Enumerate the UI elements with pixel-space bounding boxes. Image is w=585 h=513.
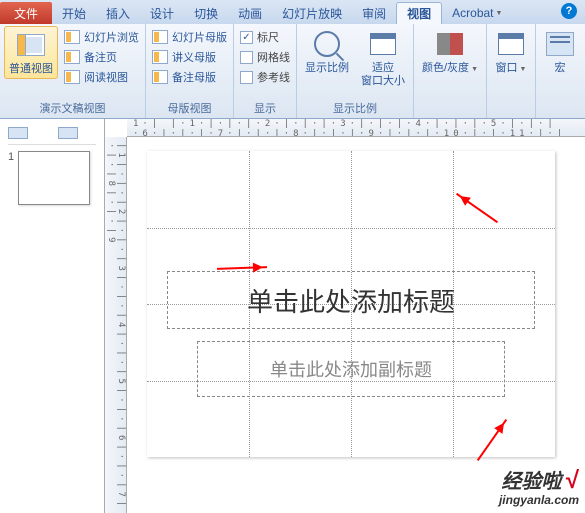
subtitle-placeholder[interactable]: 单击此处添加副标题 — [197, 341, 505, 397]
normal-view-button[interactable]: 普通视图 — [4, 26, 58, 79]
workspace: 1 1·| |·1·|·|·|·2·|·|·|·3·|·|·|·4·|·|·|·… — [0, 119, 585, 513]
fit-window-button[interactable]: 适应 窗口大小 — [357, 26, 409, 90]
annotation-arrow — [477, 419, 507, 461]
tab-design[interactable]: 设计 — [140, 2, 184, 24]
thumb-tab-icon — [8, 127, 28, 139]
watermark-url: jingyanla.com — [499, 493, 579, 507]
window-button[interactable]: 窗口▼ — [491, 26, 531, 77]
notes-master-button[interactable]: 备注母版 — [150, 68, 229, 86]
thumb-panel-tabs[interactable] — [8, 127, 96, 145]
gridlines-checkbox[interactable]: 网格线 — [238, 48, 292, 66]
ruler-checkbox[interactable]: ✓标尺 — [238, 28, 292, 46]
ribbon-group-label — [418, 114, 482, 118]
tab-insert[interactable]: 插入 — [96, 2, 140, 24]
watermark-text: 经验啦 — [501, 471, 561, 493]
ribbon-group-label: 演示文稿视图 — [4, 98, 141, 118]
tab-bar: 文件 开始 插入 设计 切换 动画 幻灯片放映 审阅 视图 Acrobat▼ ? — [0, 0, 585, 24]
slide-editor: 1·| |·1·|·|·|·2·|·|·|·3·|·|·|·4·|·|·|·5·… — [105, 119, 585, 513]
color-gray-button[interactable]: 颜色/灰度▼ — [418, 26, 482, 77]
ribbon-group-label: 显示 — [238, 98, 292, 118]
magnifier-icon — [314, 31, 340, 57]
zoom-button[interactable]: 显示比例 — [301, 26, 353, 77]
slide-browse-icon — [64, 30, 80, 44]
tab-view[interactable]: 视图 — [396, 2, 442, 24]
handout-master-icon — [152, 50, 168, 64]
tab-review[interactable]: 审阅 — [352, 2, 396, 24]
chevron-down-icon: ▼ — [496, 10, 503, 17]
ribbon-group-label — [491, 114, 531, 118]
tab-home[interactable]: 开始 — [52, 2, 96, 24]
chevron-down-icon: ▼ — [471, 66, 478, 73]
notes-page-icon — [64, 50, 80, 64]
annotation-arrow — [217, 266, 267, 270]
ribbon-group-macro: 宏 — [536, 24, 584, 118]
slide-master-icon — [152, 30, 168, 44]
checkbox-icon — [240, 71, 253, 84]
ribbon-group-window: 窗口▼ — [487, 24, 536, 118]
title-placeholder[interactable]: 单击此处添加标题 — [167, 271, 535, 329]
ribbon-group-color: 颜色/灰度▼ — [414, 24, 487, 118]
check-icon: √ — [566, 467, 579, 494]
tab-transitions[interactable]: 切换 — [184, 2, 228, 24]
fit-window-icon — [370, 33, 396, 55]
thumb-number: 1 — [8, 151, 14, 163]
checkbox-icon: ✓ — [240, 31, 253, 44]
tab-acrobat[interactable]: Acrobat▼ — [442, 2, 512, 24]
annotation-arrow — [456, 193, 498, 223]
ruler-vertical[interactable]: |1|·|·|2|·|·|3|·|·|4|·|·|5|·|·|6|·|·|7|·… — [105, 137, 127, 513]
slide-browse-button[interactable]: 幻灯片浏览 — [62, 28, 141, 46]
tab-slideshow[interactable]: 幻灯片放映 — [272, 2, 352, 24]
notes-master-icon — [152, 70, 168, 84]
thumb-preview — [18, 151, 90, 205]
slide[interactable]: 单击此处添加标题 单击此处添加副标题 — [147, 151, 555, 457]
ribbon-group-label: 母版视图 — [150, 98, 229, 118]
slide-thumbnail[interactable]: 1 — [8, 151, 96, 205]
guides-checkbox[interactable]: 参考线 — [238, 68, 292, 86]
normal-view-icon — [17, 34, 45, 56]
slide-master-button[interactable]: 幻灯片母版 — [150, 28, 229, 46]
thumb-tab-icon — [58, 127, 78, 139]
chevron-down-icon: ▼ — [520, 66, 527, 73]
file-tab[interactable]: 文件 — [0, 2, 52, 24]
ribbon-group-show: ✓标尺 网格线 参考线 显示 — [234, 24, 297, 118]
reading-view-button[interactable]: 阅读视图 — [62, 68, 141, 86]
ribbon-group-label: 显示比例 — [301, 98, 409, 118]
tab-animations[interactable]: 动画 — [228, 2, 272, 24]
ribbon-group-master: 幻灯片母版 讲义母版 备注母版 母版视图 — [146, 24, 234, 118]
reading-view-icon — [64, 70, 80, 84]
macro-icon — [546, 32, 574, 56]
ribbon-group-zoom: 显示比例 适应 窗口大小 显示比例 — [297, 24, 414, 118]
canvas[interactable]: 单击此处添加标题 单击此处添加副标题 — [127, 137, 585, 513]
watermark: 经验啦 √ jingyanla.com — [499, 465, 579, 507]
macro-button[interactable]: 宏 — [540, 26, 580, 77]
ruler-horizontal[interactable]: 1·| |·1·|·|·|·2·|·|·|·3·|·|·|·4·|·|·|·5·… — [127, 119, 585, 137]
ribbon: 普通视图 幻灯片浏览 备注页 阅读视图 演示文稿视图 幻灯片母版 讲义母版 备注… — [0, 24, 585, 119]
notes-page-button[interactable]: 备注页 — [62, 48, 141, 66]
window-icon — [498, 33, 524, 55]
color-gray-icon — [437, 33, 463, 55]
thumbnail-panel: 1 — [0, 119, 105, 513]
ribbon-group-views: 普通视图 幻灯片浏览 备注页 阅读视图 演示文稿视图 — [0, 24, 146, 118]
ribbon-group-label — [540, 114, 580, 118]
handout-master-button[interactable]: 讲义母版 — [150, 48, 229, 66]
checkbox-icon — [240, 51, 253, 64]
help-icon[interactable]: ? — [561, 3, 577, 19]
